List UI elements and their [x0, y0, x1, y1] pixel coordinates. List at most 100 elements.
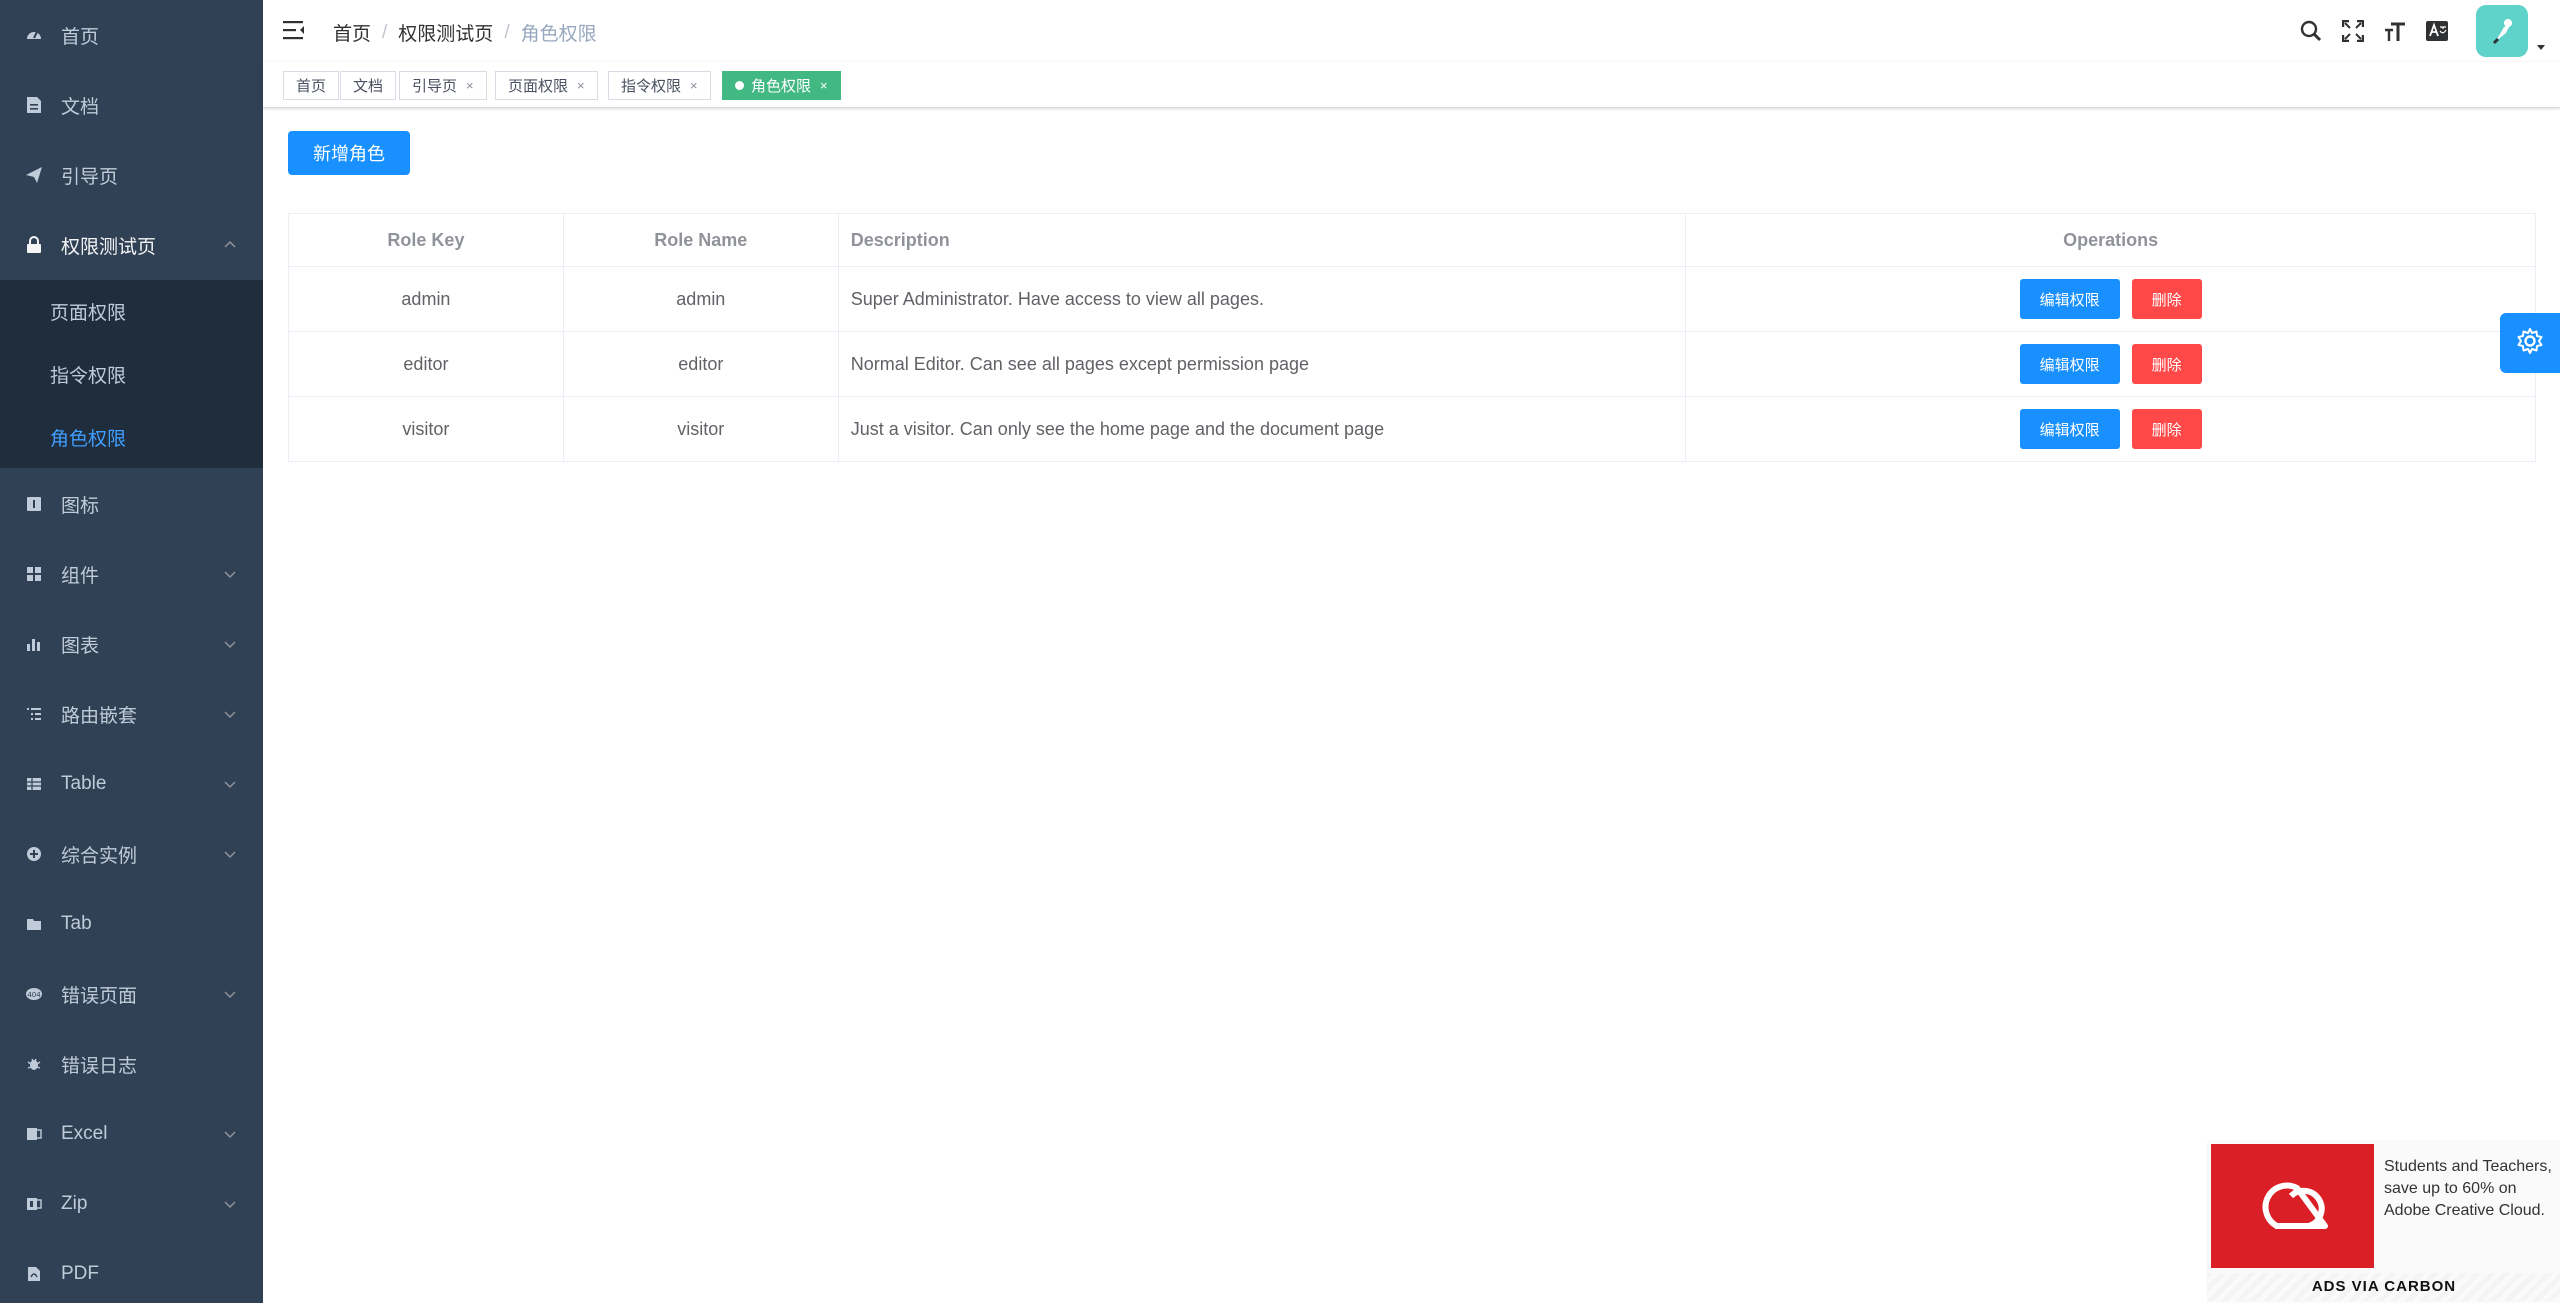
- tag-label: 页面权限: [508, 78, 569, 95]
- sidebar-item-icons[interactable]: 图标: [0, 469, 263, 539]
- chevron-down-icon: [223, 987, 237, 1001]
- column-header-role-key: Role Key: [288, 213, 564, 267]
- cell-operations: 编辑权限 删除: [1685, 396, 2536, 462]
- breadcrumb-home[interactable]: 首页: [333, 19, 371, 46]
- sidebar-item-label: PDF: [61, 1263, 99, 1284]
- cell-operations: 编辑权限 删除: [1685, 266, 2536, 332]
- caret-down-icon[interactable]: [2536, 39, 2546, 50]
- sidebar-item-documentation[interactable]: 文档: [0, 70, 263, 140]
- submenu-permission: 页面权限 指令权限 角色权限: [0, 280, 263, 468]
- sidebar-item-page-permission[interactable]: 页面权限: [0, 280, 263, 342]
- add-role-button[interactable]: 新增角色: [288, 131, 410, 175]
- error-page-icon: 404: [25, 985, 43, 1003]
- table-row: visitor visitor Just a visitor. Can only…: [288, 396, 2536, 462]
- zip-icon: [25, 1195, 43, 1213]
- sidebar-item-directive-permission[interactable]: 指令权限: [0, 343, 263, 405]
- cell-role-key: editor: [288, 331, 564, 397]
- delete-button[interactable]: 删除: [2131, 344, 2202, 384]
- component-icon: [25, 565, 43, 583]
- hamburger-icon[interactable]: [283, 20, 305, 40]
- chevron-down-icon: [223, 1197, 237, 1211]
- edit-permission-button[interactable]: 编辑权限: [2019, 279, 2120, 319]
- edit-permission-button[interactable]: 编辑权限: [2019, 409, 2120, 449]
- sidebar-item-pdf[interactable]: PDF: [0, 1239, 263, 1303]
- pdf-icon: [25, 1265, 43, 1283]
- roles-table: Role Key Role Name Description Operation…: [288, 213, 2536, 462]
- sidebar-item-label: 错误日志: [61, 1055, 138, 1077]
- sidebar-item-error-pages[interactable]: 404 错误页面: [0, 959, 263, 1029]
- sidebar-item-example[interactable]: 综合实例: [0, 819, 263, 889]
- delete-button[interactable]: 删除: [2131, 409, 2202, 449]
- close-icon[interactable]: ×: [577, 78, 585, 93]
- search-icon[interactable]: [2298, 18, 2324, 44]
- sidebar-item-charts[interactable]: 图表: [0, 609, 263, 679]
- sidebar-item-label: 首页: [61, 26, 100, 48]
- adobe-creative-cloud-logo[interactable]: [2211, 1144, 2374, 1268]
- size-icon[interactable]: [2382, 18, 2408, 44]
- sidebar-item-label: 综合实例: [61, 845, 138, 867]
- sidebar-item-role-permission[interactable]: 角色权限: [0, 406, 263, 468]
- cell-role-key: visitor: [288, 396, 564, 462]
- chevron-up-icon: [223, 238, 237, 252]
- settings-button[interactable]: [2500, 313, 2560, 373]
- sidebar-item-label: 路由嵌套: [61, 705, 138, 727]
- sidebar-item-tab[interactable]: Tab: [0, 889, 263, 959]
- close-icon[interactable]: ×: [690, 78, 698, 93]
- sidebar-item-excel[interactable]: Excel: [0, 1099, 263, 1169]
- sidebar-item-nested[interactable]: 路由嵌套: [0, 679, 263, 749]
- svg-text:404: 404: [27, 991, 41, 999]
- tag-directive-permission[interactable]: 指令权限 ×: [608, 71, 711, 100]
- sidebar-item-label: 文档: [61, 96, 100, 118]
- chart-icon: [25, 635, 43, 653]
- tag-home[interactable]: 首页: [283, 71, 340, 100]
- breadcrumb-separator: /: [504, 21, 510, 43]
- document-icon: [25, 96, 43, 114]
- close-icon[interactable]: ×: [820, 78, 828, 93]
- tag-page-permission[interactable]: 页面权限 ×: [495, 71, 598, 100]
- tag-role-permission[interactable]: 角色权限 ×: [722, 71, 841, 100]
- cell-description: Super Administrator. Have access to view…: [837, 266, 1687, 332]
- delete-button[interactable]: 删除: [2131, 279, 2202, 319]
- carbon-ad-text[interactable]: Students and Teachers, save up to 60% on…: [2384, 1156, 2552, 1222]
- sidebar-item-error-log[interactable]: 错误日志: [0, 1029, 263, 1099]
- nested-icon: [25, 705, 43, 723]
- sidebar-item-zip[interactable]: Zip: [0, 1169, 263, 1239]
- breadcrumb-separator: /: [382, 21, 388, 43]
- tag-label: 文档: [353, 78, 384, 95]
- example-icon: [25, 845, 43, 863]
- sidebar-item-label: 错误页面: [61, 985, 138, 1007]
- tag-guide[interactable]: 引导页 ×: [399, 71, 487, 100]
- sidebar-item-label: 图表: [61, 635, 100, 657]
- sidebar-item-components[interactable]: 组件: [0, 539, 263, 609]
- breadcrumb: 首页 / 权限测试页 / 角色权限: [333, 19, 597, 46]
- sidebar-item-permission[interactable]: 权限测试页: [0, 210, 263, 280]
- breadcrumb-permission[interactable]: 权限测试页: [398, 19, 493, 46]
- tab-icon: [25, 915, 43, 933]
- language-icon[interactable]: [2424, 18, 2450, 44]
- fullscreen-icon[interactable]: [2340, 18, 2366, 44]
- sidebar-item-table[interactable]: Table: [0, 749, 263, 819]
- sidebar-item-label: 页面权限: [50, 302, 127, 324]
- dashboard-icon: [25, 26, 43, 44]
- chevron-down-icon: [223, 637, 237, 651]
- cell-description: Normal Editor. Can see all pages except …: [837, 331, 1687, 397]
- sidebar-item-label: 权限测试页: [61, 236, 157, 258]
- cell-description: Just a visitor. Can only see the home pa…: [837, 396, 1687, 462]
- sidebar-item-label: Zip: [61, 1193, 88, 1214]
- chevron-down-icon: [223, 707, 237, 721]
- sidebar: 首页 文档 引导页 权限测试页 页面权限 指令权限 角色权限 图标 组件 图表 …: [0, 0, 263, 1303]
- sidebar-item-label: Excel: [61, 1123, 108, 1144]
- tag-label: 指令权限: [621, 78, 682, 95]
- carbon-poweredby[interactable]: ADS VIA CARBON: [2208, 1273, 2560, 1301]
- cell-role-key: admin: [288, 266, 564, 332]
- sidebar-item-home[interactable]: 首页: [0, 0, 263, 70]
- guide-icon: [25, 166, 43, 184]
- active-dot: [735, 81, 744, 90]
- close-icon[interactable]: ×: [466, 78, 474, 93]
- sidebar-item-guide[interactable]: 引导页: [0, 140, 263, 210]
- edit-permission-button[interactable]: 编辑权限: [2019, 344, 2120, 384]
- table-header-row: Role Key Role Name Description Operation…: [288, 213, 2536, 267]
- tag-documentation[interactable]: 文档: [340, 71, 397, 100]
- avatar[interactable]: [2476, 5, 2528, 57]
- navbar: 首页 / 权限测试页 / 角色权限: [263, 0, 2560, 62]
